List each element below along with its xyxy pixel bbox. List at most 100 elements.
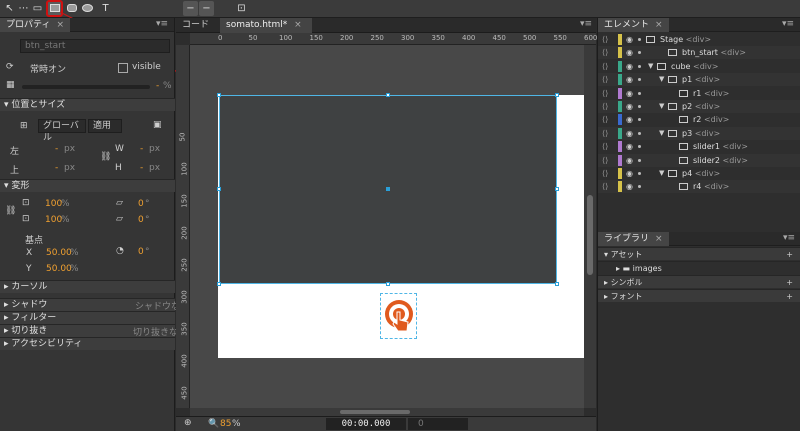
element-row[interactable]: ⟨⟩ ◉ r4 <div> [598,180,800,194]
origin-x-value[interactable]: 50.00 [46,248,72,258]
element-row[interactable]: ⟨⟩ ◉ ▼ p1 <div> [598,73,800,87]
resize-handle[interactable] [217,93,221,97]
rotation-value[interactable]: 0 [138,247,144,257]
apply-button[interactable]: 適用 [88,119,122,133]
skew-x-value[interactable]: 0 [138,199,144,209]
rounded-rectangle-tool-icon[interactable] [64,1,79,16]
element-row[interactable]: ⟨⟩ ◉ ▼ p3 <div> [598,126,800,140]
panel-menu-icon[interactable]: ▾≡ [156,19,168,29]
visibility-dot[interactable] [638,38,641,41]
element-row[interactable]: ⟨⟩ ◉ Stage <div> [598,33,800,46]
element-row[interactable]: ⟨⟩ ◉ ▼ p2 <div> [598,100,800,113]
tab-library[interactable]: ライブラリ × [598,232,669,246]
lock-icon[interactable]: ⟨⟩ [602,33,608,46]
element-row[interactable]: ⟨⟩ ◉ btn_start <div> [598,46,800,60]
select-tool-icon[interactable]: ↖ [2,1,17,16]
tab-document[interactable]: somato.html* × [220,18,312,33]
section-cursor[interactable]: ▸ カーソル [0,280,175,293]
resize-handle[interactable] [217,187,221,191]
minus-tool-2-icon[interactable]: − [199,1,214,16]
origin-y-value[interactable]: 50.00 [46,264,72,274]
zoom-value[interactable]: 85 [220,419,231,429]
lock-icon[interactable]: ⟨⟩ [602,87,608,100]
eye-icon[interactable]: ◉ [626,33,633,46]
element-row[interactable]: ⟨⟩ ◉ ▼ p4 <div> [598,167,800,180]
visibility-dot[interactable] [638,118,641,122]
section-accessibility[interactable]: ▸ アクセシビリティ [0,337,175,350]
stage-canvas[interactable] [190,45,584,408]
section-position-size[interactable]: ▾ 位置とサイズ [0,98,175,111]
eye-icon[interactable]: ◉ [626,87,633,100]
coord-mode-button[interactable]: グローバル [38,119,86,143]
tab-elements[interactable]: エレメント × [598,18,669,32]
visibility-select[interactable]: visible [132,62,161,72]
minus-tool-1-icon[interactable]: − [183,1,198,16]
eye-icon[interactable]: ◉ [626,140,633,153]
eye-icon[interactable]: ◉ [626,73,633,86]
library-images-folder[interactable]: ▸ ▬ images [598,261,800,274]
visibility-dot[interactable] [638,64,641,68]
horizontal-scrollbar[interactable] [190,408,584,416]
layout-icon[interactable]: ▣ [153,120,162,130]
eye-icon[interactable]: ◉ [626,60,633,73]
visibility-dot[interactable] [638,158,641,162]
eye-icon[interactable]: ◉ [626,100,633,113]
lock-icon[interactable]: ⟨⟩ [602,100,608,113]
library-menu-icon[interactable]: ▾≡ [783,233,795,243]
eye-icon[interactable]: ◉ [626,46,633,59]
left-value[interactable]: - [55,144,58,154]
lock-icon[interactable]: ⟨⟩ [602,73,608,86]
timecode[interactable]: 00:00.000 [326,418,406,430]
visibility-dot[interactable] [638,131,641,135]
section-transform[interactable]: ▾ 変形 [0,179,175,192]
visibility-dot[interactable] [638,172,641,175]
visibility-dot[interactable] [638,105,641,108]
elements-menu-icon[interactable]: ▾≡ [782,19,794,29]
library-assets[interactable]: ▾ アセット + [598,247,800,260]
text-tool-icon[interactable]: T [98,1,113,16]
link-scale-icon[interactable]: ⛓ [5,206,16,216]
resize-handle[interactable] [555,282,559,286]
expand-toggle-icon[interactable]: ▼ [648,60,653,73]
element-row[interactable]: ⟨⟩ ◉ slider1 <div> [598,140,800,153]
section-filter[interactable]: ▸ フィルター [0,311,175,324]
crop-tool-icon[interactable]: ⊡ [234,1,249,16]
resize-handle[interactable] [555,93,559,97]
visibility-dot[interactable] [638,185,641,189]
link-size-icon[interactable]: ⛓ [100,152,111,162]
scale-x-value[interactable]: 100 [45,199,62,209]
eye-icon[interactable]: ◉ [626,127,633,140]
visibility-dot[interactable] [638,145,641,149]
library-symbols[interactable]: ▸ シンボル + [598,275,800,288]
resize-handle[interactable] [217,282,221,286]
element-row[interactable]: ⟨⟩ ◉ slider2 <div> [598,153,800,167]
expand-toggle-icon[interactable]: ▼ [659,100,664,113]
lock-icon[interactable]: ⟨⟩ [602,113,608,126]
lock-icon[interactable]: ⟨⟩ [602,140,608,153]
opacity-value[interactable]: - [156,81,159,91]
width-value[interactable]: - [140,144,143,154]
expand-toggle-icon[interactable]: ▼ [659,73,664,86]
clip-tool-icon[interactable]: ▭ [30,1,45,16]
transform-tool-icon[interactable]: ⋯ [16,1,31,16]
visibility-dot[interactable] [638,78,641,82]
lock-icon[interactable]: ⟨⟩ [602,167,608,180]
ellipse-tool-icon[interactable] [80,1,95,16]
tab-properties[interactable]: プロパティ × [0,18,71,32]
vertical-scrollbar[interactable] [584,45,596,408]
stage-menu-icon[interactable]: ▾≡ [580,19,592,29]
top-value[interactable]: - [55,163,58,173]
visibility-dot[interactable] [638,91,641,95]
expand-toggle-icon[interactable]: ▼ [659,167,664,180]
eye-icon[interactable]: ◉ [626,180,633,193]
eye-icon[interactable]: ◉ [626,113,633,126]
library-fonts[interactable]: ▸ フォント + [598,289,800,302]
element-id-field[interactable]: btn_start [20,39,170,53]
overflow-select[interactable]: 常時オン [30,62,66,75]
tab-code[interactable]: コード [176,18,215,33]
resize-handle[interactable] [386,282,390,286]
height-value[interactable]: - [140,163,143,173]
btn-start-element[interactable] [380,293,417,339]
scale-y-value[interactable]: 100 [45,215,62,225]
visibility-dot[interactable] [638,51,641,55]
